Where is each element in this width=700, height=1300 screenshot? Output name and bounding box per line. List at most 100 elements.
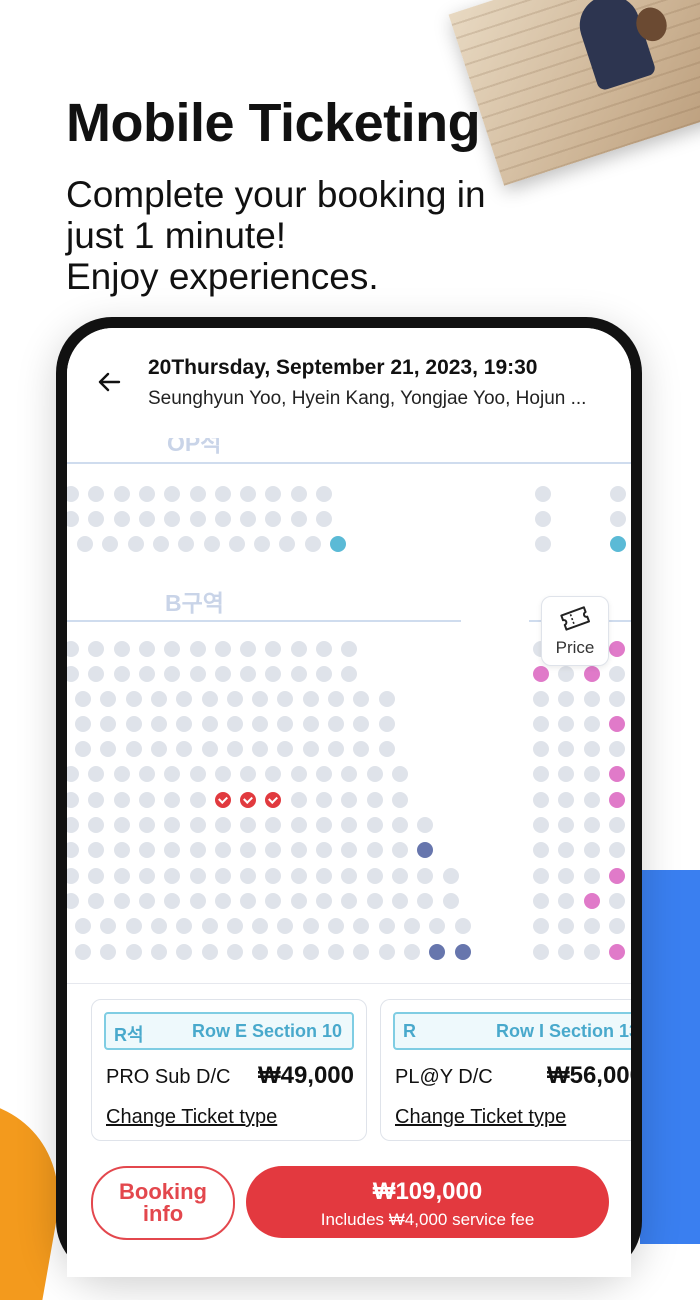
seat[interactable] — [378, 918, 395, 934]
seat[interactable] — [583, 868, 600, 884]
seat[interactable] — [150, 918, 167, 934]
seat[interactable] — [201, 716, 218, 732]
seat[interactable] — [533, 893, 549, 909]
seat[interactable] — [113, 893, 130, 909]
seat[interactable] — [558, 817, 575, 833]
seat[interactable] — [316, 511, 332, 527]
seat[interactable] — [265, 893, 282, 909]
seat[interactable] — [240, 817, 257, 833]
seat[interactable] — [214, 868, 231, 884]
seat[interactable] — [558, 868, 575, 884]
seat[interactable] — [304, 536, 321, 552]
seat[interactable] — [583, 893, 600, 909]
selected-seat[interactable] — [265, 792, 282, 808]
seat[interactable] — [341, 893, 358, 909]
seat[interactable] — [302, 691, 319, 707]
seat[interactable] — [75, 741, 91, 757]
seat[interactable] — [608, 918, 625, 934]
seat[interactable] — [608, 641, 625, 657]
seat[interactable] — [366, 868, 383, 884]
seat[interactable] — [583, 817, 600, 833]
seat[interactable] — [366, 817, 383, 833]
seat[interactable] — [533, 918, 549, 934]
seat[interactable] — [558, 918, 575, 934]
seat[interactable] — [608, 842, 625, 858]
seat[interactable] — [189, 641, 206, 657]
seat[interactable] — [75, 716, 91, 732]
seat[interactable] — [201, 944, 218, 960]
seat[interactable] — [583, 918, 600, 934]
seat[interactable] — [88, 641, 105, 657]
seat[interactable] — [316, 666, 332, 682]
seat[interactable] — [341, 766, 358, 782]
seat[interactable] — [533, 792, 549, 808]
seat[interactable] — [583, 766, 600, 782]
price-button[interactable]: Price — [541, 596, 609, 666]
seat[interactable] — [100, 741, 117, 757]
seat[interactable] — [290, 666, 307, 682]
seat[interactable] — [608, 741, 625, 757]
seat[interactable] — [226, 918, 243, 934]
seat[interactable] — [252, 741, 269, 757]
seat[interactable] — [341, 868, 358, 884]
seat[interactable] — [277, 741, 294, 757]
seat[interactable] — [67, 766, 79, 782]
seat[interactable] — [138, 511, 155, 527]
seat[interactable] — [330, 536, 346, 552]
seat[interactable] — [558, 842, 575, 858]
seat[interactable] — [203, 536, 220, 552]
seat[interactable] — [265, 666, 282, 682]
seat[interactable] — [252, 918, 269, 934]
seat[interactable] — [164, 893, 181, 909]
seat[interactable] — [189, 792, 206, 808]
seat[interactable] — [67, 792, 79, 808]
seat[interactable] — [214, 817, 231, 833]
seat[interactable] — [290, 641, 307, 657]
seat[interactable] — [150, 741, 167, 757]
seat[interactable] — [316, 792, 332, 808]
seat[interactable] — [176, 691, 193, 707]
seat[interactable] — [102, 536, 119, 552]
seat[interactable] — [341, 842, 358, 858]
seat[interactable] — [533, 716, 549, 732]
seat[interactable] — [240, 766, 257, 782]
seat[interactable] — [610, 536, 626, 552]
seat[interactable] — [442, 893, 459, 909]
seat[interactable] — [252, 944, 269, 960]
seat[interactable] — [316, 842, 332, 858]
seat[interactable] — [454, 918, 471, 934]
seat[interactable] — [583, 944, 600, 960]
seat[interactable] — [429, 944, 446, 960]
seat[interactable] — [533, 868, 549, 884]
seat[interactable] — [265, 486, 282, 502]
seat[interactable] — [150, 944, 167, 960]
seat[interactable] — [417, 868, 434, 884]
seat[interactable] — [252, 691, 269, 707]
seat[interactable] — [378, 691, 395, 707]
seat[interactable] — [113, 842, 130, 858]
seat[interactable] — [265, 766, 282, 782]
seat[interactable] — [277, 944, 294, 960]
seat[interactable] — [533, 741, 549, 757]
seat[interactable] — [608, 893, 625, 909]
seat[interactable] — [302, 741, 319, 757]
seat[interactable] — [201, 918, 218, 934]
seat[interactable] — [214, 486, 231, 502]
seat[interactable] — [583, 842, 600, 858]
seat[interactable] — [113, 766, 130, 782]
seat[interactable] — [328, 741, 344, 757]
seat[interactable] — [138, 766, 155, 782]
seat[interactable] — [138, 666, 155, 682]
seat[interactable] — [113, 868, 130, 884]
seat[interactable] — [125, 741, 142, 757]
seat[interactable] — [558, 741, 575, 757]
seat[interactable] — [442, 868, 459, 884]
seat[interactable] — [189, 868, 206, 884]
change-ticket-type-link[interactable]: Change Ticket type — [395, 1106, 566, 1129]
seat[interactable] — [583, 716, 600, 732]
seat[interactable] — [100, 716, 117, 732]
seat[interactable] — [189, 766, 206, 782]
seat[interactable] — [113, 666, 130, 682]
seat[interactable] — [290, 842, 307, 858]
seat[interactable] — [150, 716, 167, 732]
